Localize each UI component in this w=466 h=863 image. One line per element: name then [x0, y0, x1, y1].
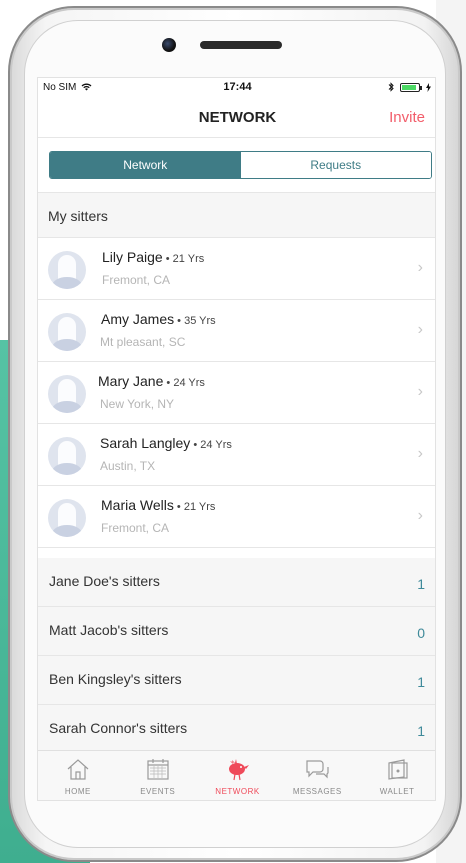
sitter-age: • 21 Yrs	[173, 501, 216, 513]
bird-icon	[229, 759, 250, 781]
status-right-icons	[388, 82, 431, 92]
bottom-tab-bar: HOME EVENTS NETWORK MESSAGES WALLET	[38, 750, 435, 800]
chat-icon	[306, 760, 329, 779]
sitter-row[interactable]: Mary Jane • 24 Yrs New York, NY ›	[38, 362, 435, 424]
sitter-row[interactable]: Maria Wells • 21 Yrs Fremont, CA ›	[38, 486, 435, 548]
chevron-right-icon: ›	[417, 259, 423, 276]
sitters-list: Lily Paige • 21 Yrs Fremont, CA › Amy Ja…	[38, 238, 435, 548]
avatar-icon	[48, 251, 86, 289]
sitter-location: New York, NY	[100, 397, 175, 411]
chevron-right-icon: ›	[417, 383, 423, 400]
group-row[interactable]: Jane Doe's sitters 1	[38, 558, 435, 607]
page-title: NETWORK	[198, 109, 277, 126]
avatar-icon	[48, 375, 86, 413]
sitter-location: Mt pleasant, SC	[100, 335, 186, 349]
group-name: Ben Kingsley's sitters	[49, 671, 182, 687]
sitter-name: Mary Jane • 24 Yrs	[98, 373, 205, 389]
app-screen: No SIM 17:44 NETWORK Invite Network Requ…	[37, 77, 436, 801]
sitter-location: Fremont, CA	[102, 273, 171, 287]
sitter-row[interactable]: Sarah Langley • 24 Yrs Austin, TX ›	[38, 424, 435, 486]
sitter-name: Amy James • 35 Yrs	[101, 311, 216, 327]
sitter-age: • 35 Yrs	[174, 315, 216, 327]
group-count: 1	[417, 674, 425, 690]
invite-button[interactable]: Invite	[389, 109, 425, 126]
tab-events[interactable]: EVENTS	[118, 751, 198, 800]
charging-icon	[426, 82, 431, 92]
wallet-icon	[388, 759, 408, 780]
chevron-right-icon: ›	[417, 507, 423, 524]
sitter-row[interactable]: Lily Paige • 21 Yrs Fremont, CA ›	[38, 238, 435, 300]
sitter-age: • 21 Yrs	[162, 253, 205, 265]
speaker-grille	[200, 41, 282, 49]
navigation-bar: NETWORK Invite	[38, 98, 435, 138]
avatar-icon	[48, 313, 86, 351]
group-count: 1	[417, 723, 425, 739]
sitter-name: Lily Paige • 21 Yrs	[102, 249, 205, 265]
tab-wallet[interactable]: WALLET	[357, 751, 435, 800]
sitter-name: Sarah Langley • 24 Yrs	[100, 435, 232, 451]
segmented-control: Network Requests	[49, 151, 432, 179]
tab-network-segment[interactable]: Network	[50, 152, 241, 178]
sitter-location: Austin, TX	[100, 459, 156, 473]
network-groups-list: Jane Doe's sitters 1 Matt Jacob's sitter…	[38, 558, 435, 754]
sitter-row[interactable]: Amy James • 35 Yrs Mt pleasant, SC ›	[38, 300, 435, 362]
tab-home[interactable]: HOME	[38, 751, 118, 800]
avatar-icon	[48, 437, 86, 475]
group-name: Sarah Connor's sitters	[49, 720, 188, 736]
group-row[interactable]: Sarah Connor's sitters 1	[38, 705, 435, 754]
sitter-age: • 24 Yrs	[190, 439, 232, 451]
avatar-icon	[48, 499, 86, 537]
status-bar: No SIM 17:44	[38, 78, 435, 98]
group-name: Matt Jacob's sitters	[49, 622, 169, 638]
tab-requests-segment[interactable]: Requests	[240, 152, 431, 178]
sitter-location: Fremont, CA	[101, 521, 170, 535]
group-row[interactable]: Matt Jacob's sitters 0	[38, 607, 435, 656]
sitter-name: Maria Wells • 21 Yrs	[101, 497, 216, 513]
camera-icon	[162, 38, 176, 52]
group-count: 0	[417, 625, 425, 641]
my-sitters-section-header: My sitters	[38, 192, 435, 238]
bluetooth-icon	[388, 82, 394, 92]
battery-icon	[400, 82, 422, 92]
group-row[interactable]: Ben Kingsley's sitters 1	[38, 656, 435, 705]
chevron-right-icon: ›	[417, 445, 423, 462]
status-time: 17:44	[223, 81, 252, 93]
sitter-age: • 24 Yrs	[163, 377, 205, 389]
tab-messages[interactable]: MESSAGES	[277, 751, 357, 800]
group-name: Jane Doe's sitters	[49, 573, 160, 589]
home-icon	[67, 759, 89, 780]
tab-network[interactable]: NETWORK	[198, 751, 278, 800]
calendar-icon	[147, 759, 169, 780]
chevron-right-icon: ›	[417, 321, 423, 338]
group-count: 1	[417, 576, 425, 592]
